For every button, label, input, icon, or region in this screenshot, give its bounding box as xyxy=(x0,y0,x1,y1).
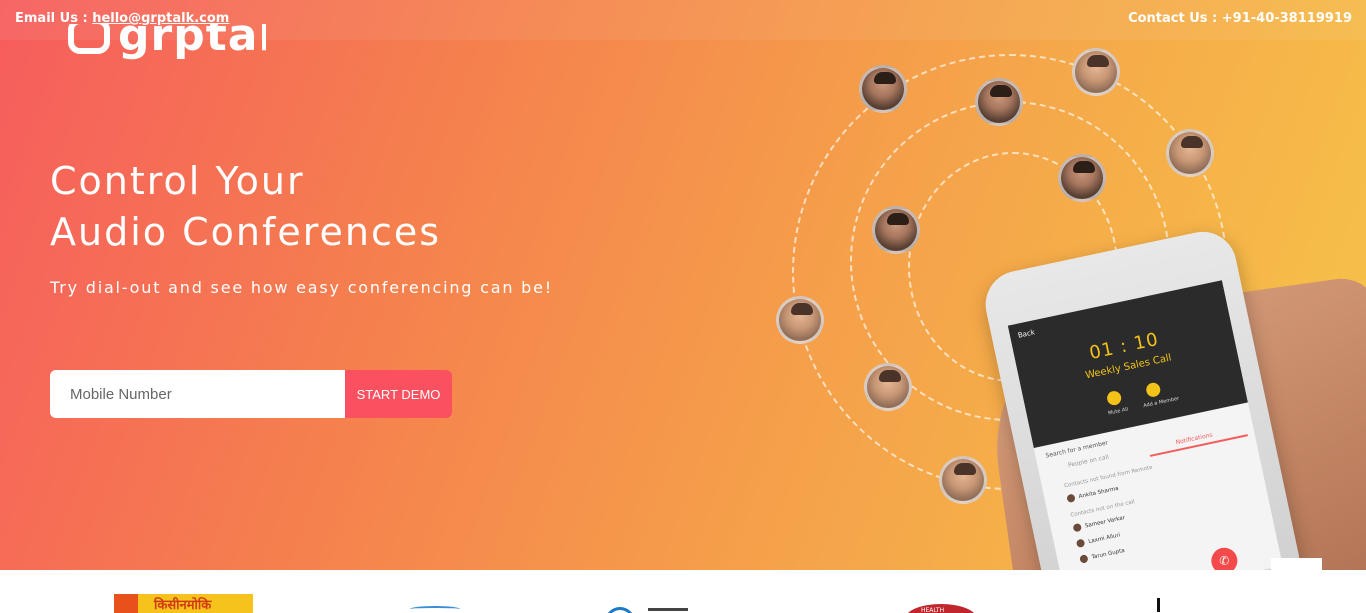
client-logo: किसीनमोकि xyxy=(114,594,253,613)
tab-people: People on call xyxy=(1067,453,1110,470)
grptalk-logo[interactable]: grptalk xyxy=(66,24,266,60)
client-logo-wordmark xyxy=(648,608,688,611)
headline-line-1: Control Your xyxy=(50,159,305,203)
client-logo-text: किसीनमोकि xyxy=(154,598,212,613)
member-row: Laxmi Alluri xyxy=(1075,531,1121,549)
participant-avatar xyxy=(864,363,912,411)
hero-headline: Control Your Audio Conferences xyxy=(50,156,441,258)
member-avatar xyxy=(1066,493,1076,504)
end-call-icon: ✆ xyxy=(1208,545,1240,570)
participant-avatar xyxy=(776,296,824,344)
section-label: Contacts not on the call xyxy=(1070,499,1136,519)
phone-contact: Contact Us : +91-40-38119919 xyxy=(1128,11,1352,26)
start-demo-button[interactable]: START DEMO xyxy=(345,370,452,418)
member-avatar xyxy=(1079,554,1089,564)
client-logo-text: HEALTH xyxy=(921,607,945,613)
demo-form: START DEMO xyxy=(50,370,452,418)
participant-avatar xyxy=(872,206,920,254)
member-name: Ankita Sharma xyxy=(1078,485,1120,501)
member-row: Tarun Gupta xyxy=(1079,546,1126,564)
member-avatar xyxy=(1072,522,1082,533)
scroll-to-top-button[interactable] xyxy=(1271,558,1322,577)
phone-screen: Back 01 : 10 Weekly Sales Call Mute All … xyxy=(1007,280,1283,570)
participant-avatar xyxy=(1166,129,1214,177)
headline-line-2: Audio Conferences xyxy=(50,210,442,254)
member-name: Sameer Varkar xyxy=(1084,515,1126,530)
client-logo xyxy=(410,606,460,612)
mobile-number-input[interactable] xyxy=(50,370,346,418)
member-name: Tarun Gupta xyxy=(1091,547,1126,561)
member-name: Laxmi Alluri xyxy=(1087,532,1121,546)
client-logo: HEALTH xyxy=(905,604,977,613)
participant-avatar xyxy=(975,78,1023,126)
hero-section: Email Us : hello@grptalk.com Contact Us … xyxy=(0,0,1366,570)
logo-text: grptalk xyxy=(118,24,266,60)
hero-subheadline: Try dial-out and see how easy conferenci… xyxy=(50,278,553,297)
member-avatar xyxy=(1075,538,1086,549)
logo-mark-icon xyxy=(68,24,110,54)
client-logo xyxy=(605,607,635,613)
client-logo xyxy=(1157,598,1160,612)
participant-avatar xyxy=(939,456,987,504)
client-logos-strip: किसीनमोकि HEALTH xyxy=(0,570,1366,613)
client-logo-emblem xyxy=(114,594,138,613)
participant-avatar xyxy=(1072,48,1120,96)
participant-avatar xyxy=(859,65,907,113)
participant-avatar xyxy=(1058,154,1106,202)
